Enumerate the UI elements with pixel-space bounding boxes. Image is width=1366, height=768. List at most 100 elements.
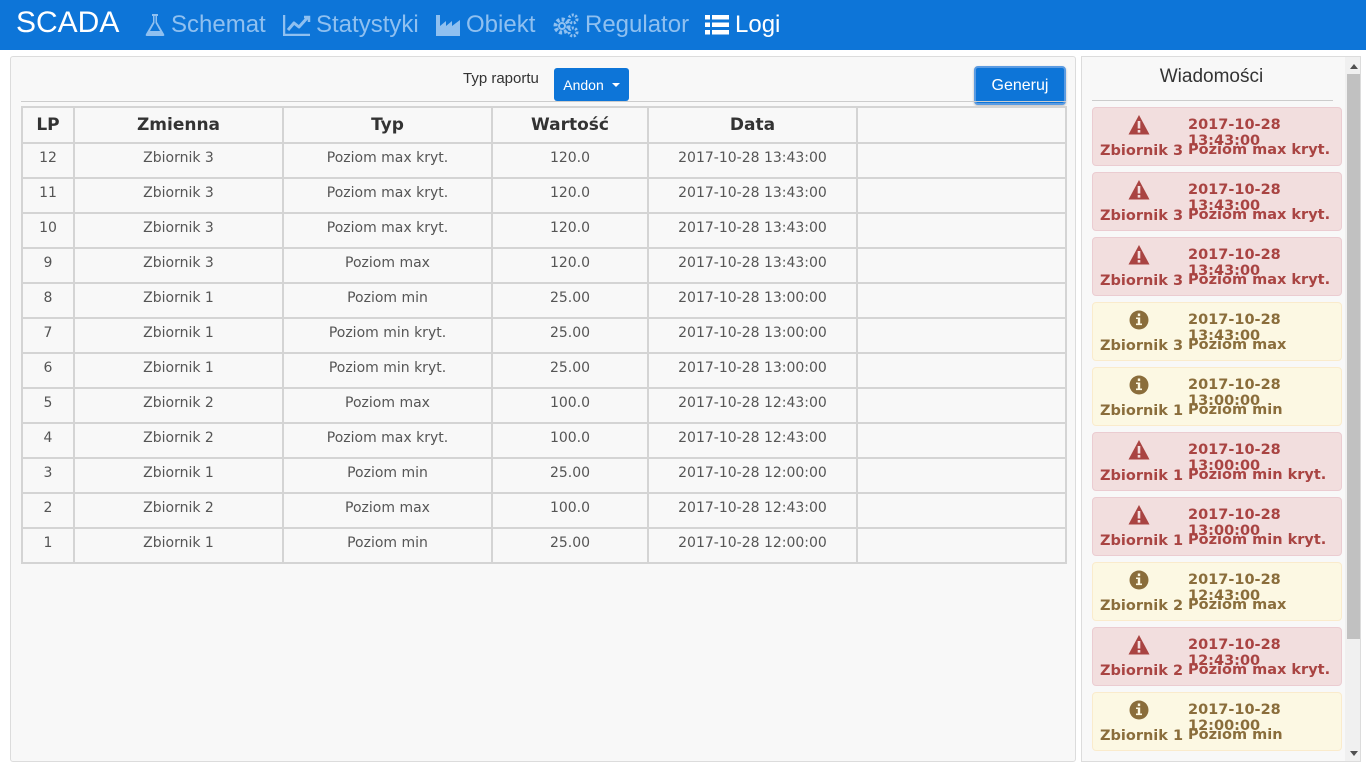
table-row[interactable]: 10 Zbiornik 3 Poziom max kryt. 120.0 2017-10… <box>21 212 1067 249</box>
message-variable: Zbiornik 2 <box>1100 598 1184 614</box>
message-variable: Zbiornik 2 <box>1100 663 1184 679</box>
table-row[interactable]: 3 Zbiornik 1 Poziom min 25.00 2017-10-28 12:… <box>21 457 1067 494</box>
message-variable: Zbiornik 3 <box>1100 273 1184 289</box>
message-type: Poziom max kryt. <box>1188 142 1331 158</box>
message-card[interactable]: Zbiornik 1 2017-10-28 13:00:00 Poziom min … <box>1092 432 1342 491</box>
cell-data: 2017-10-28 13:43:00 <box>647 177 858 214</box>
cell-empty <box>856 247 1067 284</box>
generate-button[interactable]: Generuj <box>974 66 1066 105</box>
message-card[interactable]: Zbiornik 3 2017-10-28 13:43:00 Poziom max … <box>1092 237 1342 296</box>
messages-list: Zbiornik 3 2017-10-28 13:43:00 Poziom max … <box>1092 107 1342 757</box>
message-type: Poziom min <box>1188 727 1283 743</box>
warning-icon <box>1128 634 1150 656</box>
message-variable: Zbiornik 1 <box>1100 403 1184 419</box>
cell-typ: Poziom min <box>282 527 493 564</box>
cell-wartosc: 25.00 <box>491 527 649 564</box>
cell-data: 2017-10-28 12:43:00 <box>647 387 858 424</box>
col-header-zmienna[interactable]: Zmienna <box>73 106 284 144</box>
col-header-empty <box>856 106 1067 144</box>
message-variable: Zbiornik 1 <box>1100 468 1184 484</box>
warning-icon <box>1128 114 1150 136</box>
message-type: Poziom max <box>1188 337 1287 353</box>
brand-logo[interactable]: SCADA <box>16 6 119 40</box>
cell-typ: Poziom max kryt. <box>282 142 493 179</box>
nav-item-logi[interactable]: Logi <box>704 11 780 39</box>
cell-typ: Poziom min <box>282 457 493 494</box>
table-row[interactable]: 4 Zbiornik 2 Poziom max kryt. 100.0 2017-10-… <box>21 422 1067 459</box>
nav-item-statystyki[interactable]: Statystyki <box>283 11 419 39</box>
cell-data: 2017-10-28 13:00:00 <box>647 317 858 354</box>
top-navbar: SCADA Schemat Statystyki Obiekt Regulato… <box>0 0 1366 50</box>
message-card[interactable]: Zbiornik 3 2017-10-28 13:43:00 Poziom max … <box>1092 107 1342 166</box>
cell-empty <box>856 142 1067 179</box>
message-type: Poziom max <box>1188 597 1287 613</box>
report-type-dropdown[interactable]: Andon <box>554 68 629 101</box>
cell-wartosc: 120.0 <box>491 212 649 249</box>
cell-empty <box>856 422 1067 459</box>
list-icon <box>705 15 729 35</box>
cell-data: 2017-10-28 13:00:00 <box>647 352 858 389</box>
cell-typ: Poziom min <box>282 282 493 319</box>
table-row[interactable]: 11 Zbiornik 3 Poziom max kryt. 120.0 2017-10… <box>21 177 1067 214</box>
flask-icon <box>145 14 165 36</box>
table-row[interactable]: 8 Zbiornik 1 Poziom min 25.00 2017-10-28 13:… <box>21 282 1067 319</box>
scroll-thumb[interactable] <box>1347 74 1360 639</box>
message-card[interactable]: Zbiornik 2 2017-10-28 12:43:00 Poziom max … <box>1092 627 1342 686</box>
logs-panel: Typ raportu Andon Generuj LP Zmienna Typ… <box>10 56 1076 762</box>
logs-table: LP Zmienna Typ Wartość Data 12 Zbiornik 3… <box>21 106 1067 564</box>
col-header-wartosc[interactable]: Wartość <box>491 106 649 144</box>
table-row[interactable]: 6 Zbiornik 1 Poziom min kryt. 25.00 2017-10-… <box>21 352 1067 389</box>
cell-lp: 8 <box>21 282 75 319</box>
messages-scrollbar[interactable] <box>1345 57 1360 761</box>
table-row[interactable]: 5 Zbiornik 2 Poziom max 100.0 2017-10-28 12:… <box>21 387 1067 424</box>
message-variable: Zbiornik 1 <box>1100 728 1184 744</box>
cell-wartosc: 25.00 <box>491 352 649 389</box>
cell-data: 2017-10-28 12:00:00 <box>647 457 858 494</box>
table-row[interactable]: 7 Zbiornik 1 Poziom min kryt. 25.00 2017-10-… <box>21 317 1067 354</box>
message-card[interactable]: Zbiornik 1 2017-10-28 12:00:00 Poziom min <box>1092 692 1342 751</box>
nav-item-regulator[interactable]: Regulator <box>552 11 689 39</box>
nav-item-logi-label: Logi <box>735 11 781 38</box>
cell-zmienna: Zbiornik 1 <box>73 457 284 494</box>
message-card[interactable]: Zbiornik 2 2017-10-28 12:43:00 Poziom max <box>1092 562 1342 621</box>
cell-data: 2017-10-28 13:43:00 <box>647 212 858 249</box>
report-type-label: Typ raportu <box>463 70 539 87</box>
message-card[interactable]: Zbiornik 1 2017-10-28 13:00:00 Poziom min … <box>1092 497 1342 556</box>
cell-data: 2017-10-28 12:00:00 <box>647 527 858 564</box>
scroll-down-arrow-icon[interactable] <box>1350 751 1358 756</box>
cell-empty <box>856 212 1067 249</box>
cell-lp: 9 <box>21 247 75 284</box>
message-card[interactable]: Zbiornik 1 2017-10-28 13:00:00 Poziom min <box>1092 367 1342 426</box>
cell-wartosc: 120.0 <box>491 142 649 179</box>
col-header-lp[interactable]: LP <box>21 106 75 144</box>
col-header-typ[interactable]: Typ <box>282 106 493 144</box>
message-variable: Zbiornik 3 <box>1100 208 1184 224</box>
cell-wartosc: 100.0 <box>491 387 649 424</box>
message-card[interactable]: Zbiornik 3 2017-10-28 13:43:00 Poziom max <box>1092 302 1342 361</box>
table-row[interactable]: 2 Zbiornik 2 Poziom max 100.0 2017-10-28 12:… <box>21 492 1067 529</box>
cell-typ: Poziom max kryt. <box>282 422 493 459</box>
nav-item-obiekt-label: Obiekt <box>466 11 536 38</box>
cell-lp: 7 <box>21 317 75 354</box>
cell-data: 2017-10-28 12:43:00 <box>647 422 858 459</box>
nav-item-obiekt[interactable]: Obiekt <box>435 11 535 39</box>
table-row[interactable]: 9 Zbiornik 3 Poziom max 120.0 2017-10-28 13:… <box>21 247 1067 284</box>
table-header-row: LP Zmienna Typ Wartość Data <box>21 106 1067 144</box>
message-type: Poziom min kryt. <box>1188 532 1327 548</box>
report-type-value: Andon <box>563 76 604 93</box>
info-icon <box>1128 569 1150 591</box>
table-row[interactable]: 1 Zbiornik 1 Poziom min 25.00 2017-10-28 12:… <box>21 527 1067 564</box>
cell-zmienna: Zbiornik 1 <box>73 527 284 564</box>
cell-lp: 4 <box>21 422 75 459</box>
cell-empty <box>856 492 1067 529</box>
message-variable: Zbiornik 3 <box>1100 143 1184 159</box>
cell-lp: 11 <box>21 177 75 214</box>
table-row[interactable]: 12 Zbiornik 3 Poziom max kryt. 120.0 2017-10… <box>21 142 1067 179</box>
message-card[interactable]: Zbiornik 3 2017-10-28 13:43:00 Poziom max … <box>1092 172 1342 231</box>
scroll-up-arrow-icon[interactable] <box>1350 64 1358 69</box>
cell-typ: Poziom max kryt. <box>282 177 493 214</box>
nav-item-schemat[interactable]: Schemat <box>144 11 266 39</box>
cell-wartosc: 100.0 <box>491 492 649 529</box>
col-header-data[interactable]: Data <box>647 106 858 144</box>
cell-wartosc: 120.0 <box>491 247 649 284</box>
